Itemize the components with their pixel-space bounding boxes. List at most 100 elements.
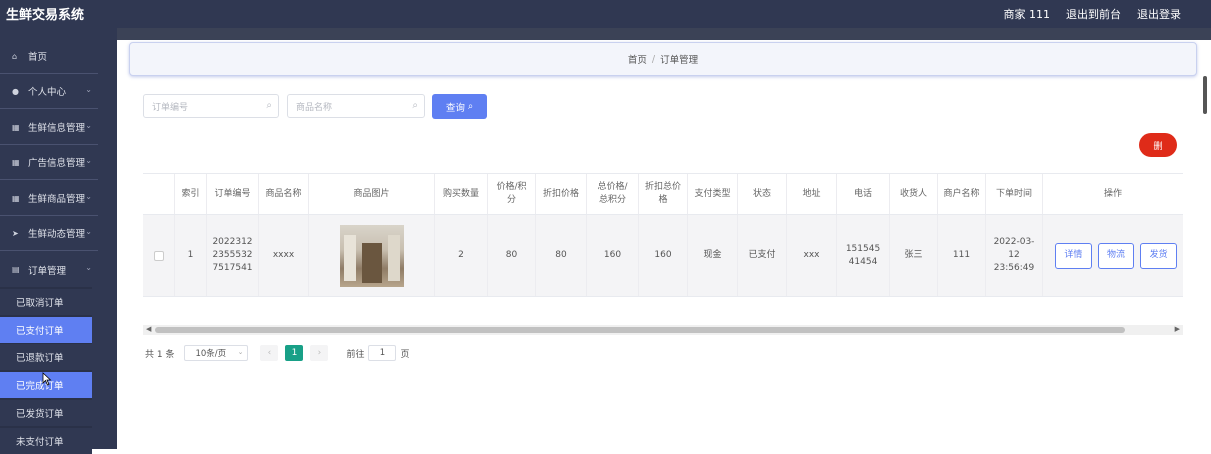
cell-price: 80: [488, 215, 536, 296]
table-row: 1 202231223555327517541 xxxx 2 80 80 160…: [143, 215, 1183, 297]
cell-receiver: 张三: [890, 215, 938, 296]
ship-button[interactable]: 发货: [1140, 242, 1178, 269]
page-size-value: 10条/页: [195, 349, 227, 359]
header-cell: 总价格/总积分: [587, 174, 639, 214]
sidebar-item-label: 个人中心: [28, 87, 67, 98]
logistics-button[interactable]: 物流: [1097, 242, 1135, 269]
table-horizontal-scrollbar[interactable]: ◀ ▶: [143, 325, 1183, 335]
page-number-button[interactable]: 1: [285, 345, 304, 361]
submenu-unpaid-orders[interactable]: 未支付订单: [0, 428, 92, 454]
delete-button[interactable]: 删: [1139, 133, 1177, 157]
sidebar-item-label: 生鲜信息管理: [28, 123, 86, 134]
submenu-paid-orders[interactable]: 已支付订单: [0, 317, 92, 343]
table-header: 索引 订单编号 商品名称 商品图片 购买数量 价格/积分 折扣价格 总价格/总积…: [143, 173, 1183, 215]
cell-merchant: 111: [938, 215, 986, 296]
sidebar-item-orders[interactable]: ▤ 订单管理 ⌄: [0, 252, 98, 287]
main-content: 首页 / 订单管理 订单编号 ⌕ 商品名称 ⌕ 查询 ⌕ 删 索引 订单编号 商…: [117, 28, 1211, 449]
header-cell: 地址: [787, 174, 837, 214]
cell-index: 1: [175, 215, 207, 296]
prev-page-button[interactable]: ‹: [260, 345, 279, 361]
cell-phone: 15154541454: [837, 215, 890, 296]
breadcrumb-current: 订单管理: [660, 55, 699, 66]
next-page-button[interactable]: ›: [310, 345, 329, 361]
header-cell: 支付类型: [688, 174, 738, 214]
scroll-right-icon[interactable]: ▶: [1175, 325, 1180, 333]
query-button-label: 查询: [445, 102, 465, 114]
product-image: [339, 224, 404, 287]
logout-link[interactable]: 退出登录: [1137, 6, 1181, 22]
page-scrollbar[interactable]: [1203, 76, 1207, 114]
sidebar-item-label: 生鲜动态管理: [28, 229, 86, 240]
header-cell: 价格/积分: [488, 174, 536, 214]
sidebar-item-label: 生鲜商品管理: [28, 194, 86, 205]
header-cell: 商品图片: [309, 174, 435, 214]
cell-address: xxx: [787, 215, 837, 296]
header-cell: 操作: [1103, 188, 1122, 199]
current-user: 商家 111: [1003, 8, 1051, 21]
order-no-placeholder: 订单编号: [152, 102, 189, 113]
sidebar-item-label: 首页: [28, 52, 48, 63]
scroll-left-icon[interactable]: ◀: [146, 325, 151, 333]
header-cell: 购买数量: [435, 174, 488, 214]
sidebar-item-label: 订单管理: [28, 265, 67, 277]
search-icon: ⌕: [266, 100, 272, 111]
detail-button[interactable]: 详情: [1055, 242, 1092, 269]
header-cell: 电话: [837, 174, 890, 214]
cell-total: 160: [587, 215, 639, 296]
goto-suffix: 页: [400, 349, 410, 360]
order-no-search-input[interactable]: 订单编号 ⌕: [143, 94, 279, 118]
sidebar-item-fresh-info[interactable]: ▦ 生鲜信息管理 ⌄: [0, 110, 98, 145]
chevron-left-icon: ‹: [267, 348, 272, 358]
home-icon: ⌂: [12, 51, 18, 61]
submenu-refunded-orders[interactable]: 已退款订单: [0, 344, 92, 370]
sidebar-item-home[interactable]: ⌂ 首页: [0, 39, 98, 74]
header-cell: 收货人: [890, 174, 938, 214]
top-bar: 生鲜交易系统 商家 111 退出到前台 退出登录: [0, 0, 1211, 28]
search-icon: ⌕: [412, 100, 418, 111]
chevron-down-icon: ⌄: [85, 192, 92, 201]
cell-time: 2022-03-12 23:56:49: [986, 215, 1043, 296]
sidebar-item-products[interactable]: ▦ 生鲜商品管理 ⌄: [0, 181, 98, 216]
header-cell: 订单编号: [207, 174, 259, 214]
product-name-search-input[interactable]: 商品名称 ⌕: [287, 94, 425, 118]
goto-page-input[interactable]: 1: [368, 345, 397, 361]
cell-product-image: [309, 215, 435, 296]
header-cell: 商品名称: [259, 174, 309, 214]
sidebar-item-profile[interactable]: ● 个人中心 ⌄: [0, 74, 98, 109]
scrollbar-thumb[interactable]: [155, 327, 1125, 333]
page-size-select[interactable]: 10条/页 ⌄: [184, 345, 249, 361]
main-top-strip: [117, 28, 1211, 40]
grid-icon: ▦: [12, 157, 20, 167]
breadcrumb-home[interactable]: 首页: [628, 52, 647, 66]
send-icon: ➤: [12, 228, 19, 238]
pagination-total: 共 1 条: [145, 349, 175, 360]
header-checkbox-cell[interactable]: [143, 174, 175, 214]
grid-icon: ▦: [12, 193, 20, 203]
chevron-down-icon: ⌄: [85, 263, 92, 272]
cell-discount-price: 80: [536, 215, 587, 296]
search-icon: ⌕: [467, 101, 474, 112]
submenu-cancelled-orders[interactable]: 已取消订单: [0, 289, 92, 315]
row-checkbox[interactable]: [153, 250, 164, 261]
pagination: 共 1 条 10条/页 ⌄ ‹ 1 › 前往 1 页: [145, 345, 409, 361]
sidebar-item-news[interactable]: ➤ 生鲜动态管理 ⌄: [0, 216, 98, 251]
cell-pay-type: 现金: [688, 215, 738, 296]
goto-prefix: 前往: [346, 349, 365, 360]
breadcrumb: 首页 / 订单管理: [129, 42, 1197, 76]
cell-operations: 详情 物流 发货: [1043, 215, 1183, 296]
product-name-placeholder: 商品名称: [296, 102, 333, 113]
sidebar-item-ads[interactable]: ▦ 广告信息管理 ⌄: [0, 145, 98, 180]
row-checkbox-cell[interactable]: [143, 215, 175, 296]
sidebar-item-label: 广告信息管理: [28, 158, 86, 169]
header-cell: 折扣总价格: [639, 174, 688, 214]
cell-order-no: 202231223555327517541: [207, 215, 259, 296]
back-to-front-link[interactable]: 退出到前台: [1066, 6, 1121, 22]
header-cell: 折扣价格: [536, 174, 587, 214]
submenu-shipped-orders[interactable]: 已发货订单: [0, 400, 92, 426]
cell-status: 已支付: [738, 215, 787, 296]
header-cell: 索引: [175, 174, 207, 214]
mouse-cursor-icon: [42, 372, 52, 386]
app-title: 生鲜交易系统: [6, 8, 85, 23]
query-button[interactable]: 查询 ⌕: [432, 94, 487, 119]
chevron-down-icon: ⌄: [85, 121, 92, 130]
